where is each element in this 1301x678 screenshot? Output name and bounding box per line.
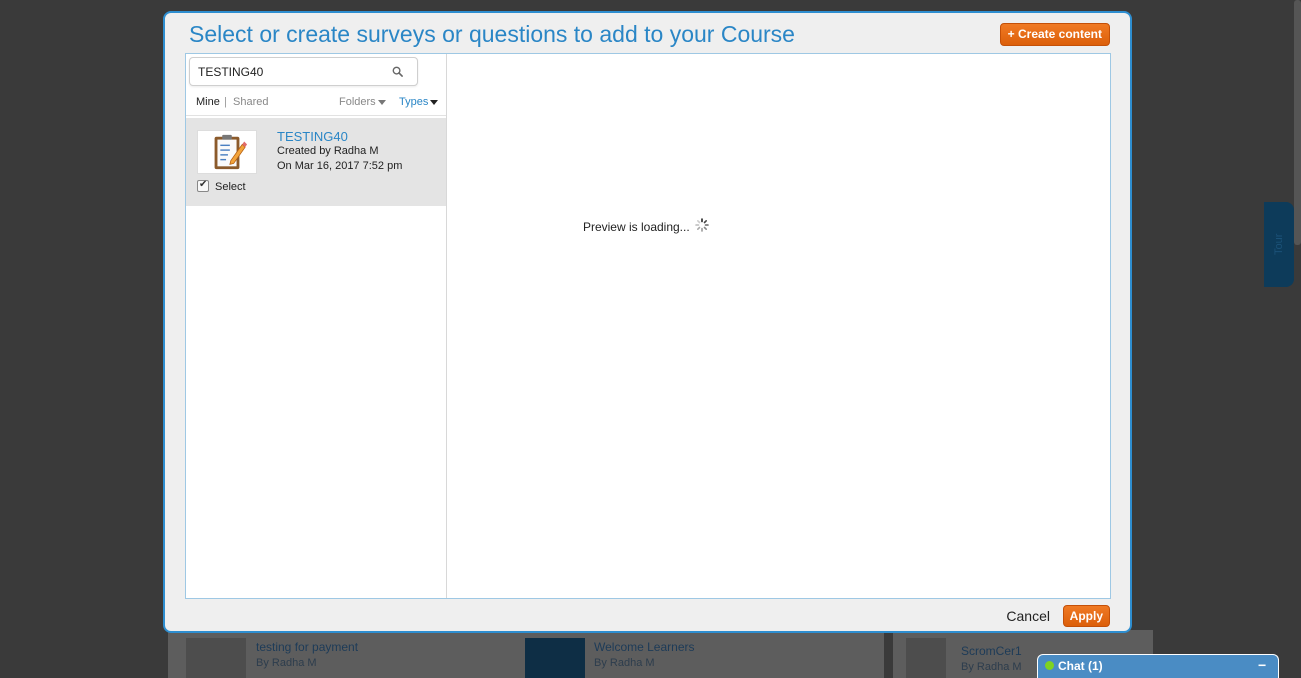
bg-card-title: testing for payment — [256, 640, 359, 654]
bg-card-1: testing for payment By Radha M — [256, 640, 358, 669]
cancel-button[interactable]: Cancel — [1006, 608, 1050, 624]
bg-card-by: By Radha M — [256, 657, 317, 669]
select-checkbox[interactable] — [197, 179, 209, 192]
types-dropdown[interactable]: Types — [399, 96, 439, 108]
clipboard-pencil-icon — [214, 134, 248, 170]
filter-shared[interactable]: Shared — [233, 96, 268, 108]
bg-card-by: By Radha M — [594, 657, 655, 669]
preview-area: Preview is loading... — [456, 218, 836, 234]
folders-dropdown[interactable]: Folders — [339, 96, 386, 108]
item-date: On Mar 16, 2017 7:52 pm — [277, 160, 403, 172]
create-content-button[interactable]: + Create content — [999, 23, 1110, 46]
chevron-down-icon — [377, 99, 386, 105]
apply-button[interactable]: Apply — [1062, 605, 1110, 627]
minimize-icon[interactable]: − — [1258, 657, 1270, 673]
item-title[interactable]: TESTING40 — [277, 129, 348, 144]
bg-thumb-2 — [525, 638, 585, 678]
folders-label: Folders — [339, 96, 376, 108]
chat-bar[interactable]: Chat (1) − — [1037, 654, 1279, 678]
preview-loading-text: Preview is loading... — [582, 220, 690, 234]
search-box — [189, 57, 418, 86]
search-input[interactable] — [198, 58, 378, 85]
survey-thumbnail — [197, 130, 257, 174]
bg-card-3: ScromCer1 By Radha M — [961, 644, 1022, 673]
search-icon[interactable] — [392, 66, 403, 77]
bg-card-2: Welcome Learners By Radha M — [594, 640, 695, 669]
bg-thumb-1 — [186, 638, 246, 678]
filter-mine[interactable]: Mine — [196, 96, 220, 108]
filter-separator: | — [224, 96, 227, 108]
online-status-icon — [1045, 661, 1054, 670]
types-label: Types — [399, 96, 429, 108]
modal-title: Select or create surveys or questions to… — [189, 21, 795, 47]
list-item[interactable]: TESTING40 Created by Radha M On Mar 16, … — [186, 118, 446, 206]
content-list-pane: Mine | Shared Folders Types — [186, 54, 447, 598]
item-created-by: Created by Radha M — [277, 145, 379, 157]
chevron-down-icon — [430, 99, 439, 105]
select-label[interactable]: Select — [215, 181, 246, 193]
content-box: Mine | Shared Folders Types — [185, 53, 1111, 599]
bg-card-by: By Radha M — [961, 661, 1022, 673]
loading-spinner-icon — [695, 218, 709, 232]
content-picker-modal: Select or create surveys or questions to… — [163, 11, 1132, 633]
filter-bar: Mine | Shared Folders Types — [186, 90, 446, 116]
bg-card-title: Welcome Learners — [594, 640, 695, 654]
bg-thumb-3 — [906, 638, 946, 678]
tour-tab[interactable]: Tour — [1264, 202, 1294, 287]
page-scrollbar[interactable] — [1294, 0, 1301, 245]
bg-card-title: ScromCer1 — [961, 644, 1022, 658]
chat-label: Chat (1) — [1058, 659, 1103, 673]
